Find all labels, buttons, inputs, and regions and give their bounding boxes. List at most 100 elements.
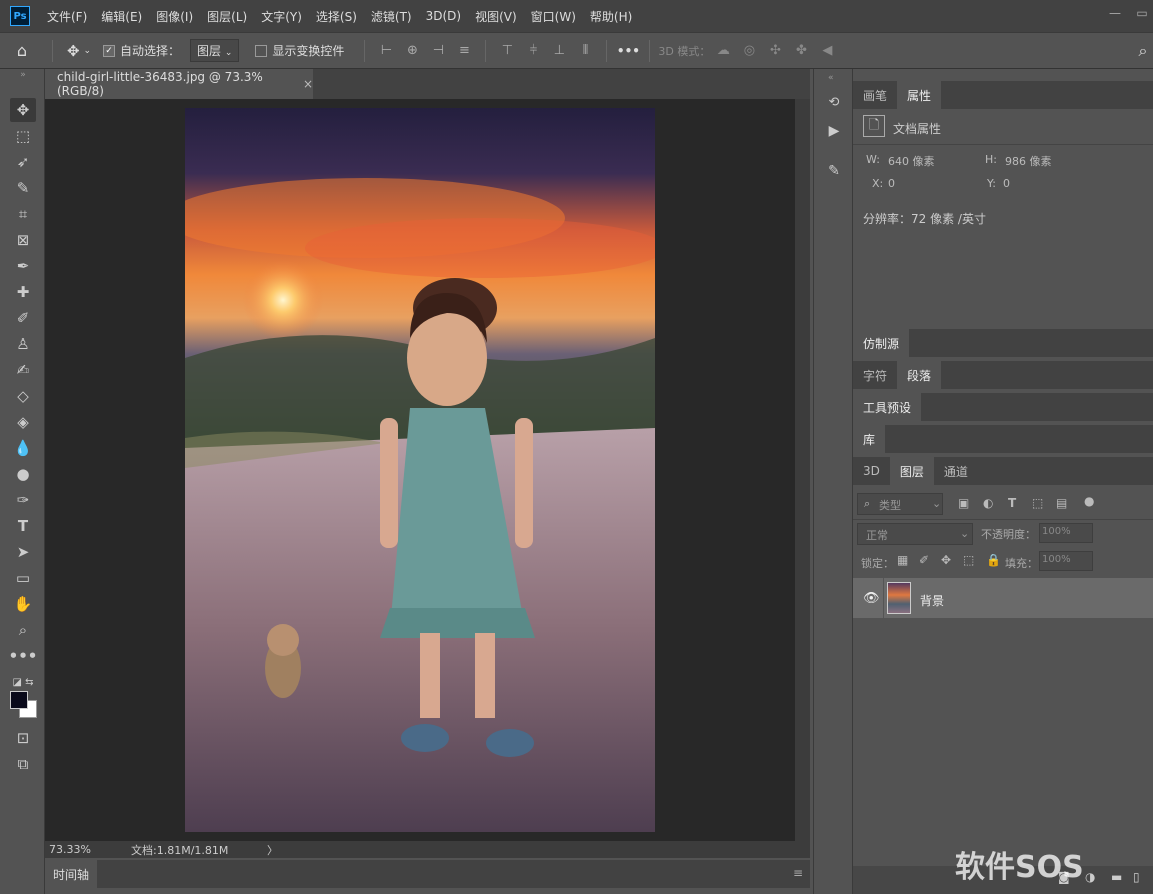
- tab-brush[interactable]: 画笔: [853, 81, 897, 109]
- marquee-tool-icon[interactable]: ⬚: [10, 124, 36, 148]
- panel-menu-icon[interactable]: ≡: [793, 866, 803, 880]
- lock-all-icon[interactable]: 🔒: [986, 553, 1001, 567]
- status-menu-arrow-icon[interactable]: 〉: [267, 842, 278, 858]
- show-transform-checkbox[interactable]: 显示变换控件: [255, 42, 344, 59]
- screen-mode-icon[interactable]: ⧉: [10, 752, 36, 776]
- blur-tool-icon[interactable]: 💧: [10, 436, 36, 460]
- tab-3d[interactable]: 3D: [853, 457, 890, 485]
- align-center-icon[interactable]: ⊕: [399, 43, 425, 58]
- menu-layer[interactable]: 图层(L): [200, 8, 254, 25]
- vertical-scrollbar[interactable]: [795, 99, 810, 841]
- menu-help[interactable]: 帮助(H): [583, 8, 639, 25]
- lock-position-icon[interactable]: ✥: [941, 553, 951, 567]
- move-tool-preset-icon[interactable]: ✥ ⌄: [61, 42, 97, 60]
- filter-pixel-icon[interactable]: ▣: [958, 496, 969, 510]
- type-tool-icon[interactable]: T: [10, 514, 36, 538]
- collapse-panels-icon[interactable]: «: [828, 73, 834, 83]
- auto-select-target-dropdown[interactable]: 图层 ⌄: [190, 39, 240, 62]
- align-top-icon[interactable]: ⊤: [494, 43, 520, 58]
- tab-tool-presets[interactable]: 工具预设: [853, 393, 922, 421]
- lock-pixels-icon[interactable]: ✐: [919, 553, 929, 567]
- pen-tool-icon[interactable]: ✑: [10, 488, 36, 512]
- tab-layers[interactable]: 图层: [889, 457, 934, 485]
- actions-play-icon[interactable]: ▶: [824, 123, 844, 143]
- tab-channels[interactable]: 通道: [934, 457, 978, 485]
- align-left-icon[interactable]: ⊢: [373, 43, 399, 58]
- foreground-color-swatch[interactable]: [10, 691, 28, 709]
- tab-library[interactable]: 库: [853, 425, 886, 453]
- layer-name[interactable]: 背景: [920, 592, 944, 609]
- crop-tool-icon[interactable]: ⌗: [10, 202, 36, 226]
- filter-smart-object-icon[interactable]: ▤: [1056, 496, 1067, 510]
- document-image[interactable]: [185, 108, 655, 832]
- rectangle-tool-icon[interactable]: ▭: [10, 566, 36, 590]
- align-middle-icon[interactable]: ⫩: [520, 43, 546, 58]
- home-icon[interactable]: ⌂: [0, 41, 44, 60]
- 3d-roll-icon[interactable]: ◎: [736, 43, 762, 58]
- menu-image[interactable]: 图像(I): [149, 8, 200, 25]
- distribute-vertical-icon[interactable]: ⫴: [572, 43, 598, 58]
- frame-tool-icon[interactable]: ⊠: [10, 228, 36, 252]
- 3d-pan-icon[interactable]: ✣: [762, 43, 788, 58]
- 3d-orbit-icon[interactable]: ☁: [710, 43, 736, 58]
- zoom-level[interactable]: 73.33%: [49, 843, 129, 856]
- filter-search-icon: ⌕: [864, 497, 871, 510]
- healing-brush-icon[interactable]: ✚: [10, 280, 36, 304]
- menu-type[interactable]: 文字(Y): [254, 8, 309, 25]
- dodge-tool-icon[interactable]: ●: [10, 462, 36, 486]
- document-tab[interactable]: child-girl-little-36483.jpg @ 73.3%(RGB/…: [45, 69, 313, 99]
- menu-filter[interactable]: 滤镜(T): [364, 8, 419, 25]
- distribute-icon[interactable]: ≡: [451, 43, 477, 58]
- menu-select[interactable]: 选择(S): [309, 8, 364, 25]
- hand-tool-icon[interactable]: ✋: [10, 592, 36, 616]
- menu-window[interactable]: 窗口(W): [524, 8, 583, 25]
- 3d-camera-icon[interactable]: ◀: [814, 43, 840, 58]
- paint-bucket-icon[interactable]: ◈: [10, 410, 36, 434]
- align-right-icon[interactable]: ⊣: [425, 43, 451, 58]
- more-options-icon[interactable]: •••: [615, 44, 641, 58]
- edit-toolbar-icon[interactable]: •••: [9, 644, 38, 668]
- filter-shape-icon[interactable]: ⬚: [1032, 496, 1043, 510]
- y-value[interactable]: 0: [1003, 177, 1010, 190]
- brush-tool-icon[interactable]: ✐: [10, 306, 36, 330]
- lasso-tool-icon[interactable]: ➶: [10, 150, 36, 174]
- menu-3d[interactable]: 3D(D): [419, 9, 468, 23]
- width-value[interactable]: 640 像素: [888, 153, 935, 169]
- x-value[interactable]: 0: [888, 177, 895, 190]
- auto-select-checkbox[interactable]: ✓ 自动选择：: [103, 42, 180, 59]
- timeline-tab[interactable]: 时间轴: [45, 860, 97, 888]
- eye-icon[interactable]: 👁: [863, 591, 880, 606]
- lock-artboard-icon[interactable]: ⬚: [963, 553, 974, 567]
- quick-select-tool-icon[interactable]: ✎: [10, 176, 36, 200]
- lock-transparent-icon[interactable]: ▦: [897, 553, 908, 567]
- tab-clone-source[interactable]: 仿制源: [853, 329, 910, 357]
- 3d-slide-icon[interactable]: ✤: [788, 43, 814, 58]
- maximize-icon[interactable]: ▭: [1130, 6, 1153, 26]
- brush-settings-icon[interactable]: ✎: [824, 163, 844, 183]
- filter-toggle-icon[interactable]: ●: [1084, 494, 1094, 508]
- tab-character[interactable]: 字符: [853, 361, 897, 389]
- menu-view[interactable]: 视图(V): [468, 8, 524, 25]
- tab-paragraph[interactable]: 段落: [897, 361, 942, 389]
- height-value[interactable]: 986 像素: [1005, 153, 1052, 169]
- eyedropper-tool-icon[interactable]: ✒: [10, 254, 36, 278]
- quick-mask-icon[interactable]: ⊡: [10, 726, 36, 750]
- history-brush-icon[interactable]: ✍: [10, 358, 36, 382]
- minimize-icon[interactable]: —: [1103, 6, 1127, 26]
- stamp-tool-icon[interactable]: ♙: [10, 332, 36, 356]
- eraser-tool-icon[interactable]: ◇: [10, 384, 36, 408]
- search-icon[interactable]: ⌕: [1130, 41, 1153, 61]
- move-tool-icon[interactable]: ✥: [10, 98, 36, 122]
- layer-thumbnail[interactable]: [887, 582, 911, 614]
- filter-type-icon[interactable]: T: [1008, 496, 1016, 510]
- zoom-tool-icon[interactable]: ⌕: [10, 618, 36, 642]
- align-bottom-icon[interactable]: ⊥: [546, 43, 572, 58]
- menu-edit[interactable]: 编辑(E): [94, 8, 149, 25]
- tab-properties[interactable]: 属性: [897, 81, 942, 109]
- menu-file[interactable]: 文件(F): [40, 8, 94, 25]
- close-tab-icon[interactable]: ×: [303, 77, 313, 91]
- filter-adjustment-icon[interactable]: ◐: [983, 496, 993, 510]
- path-select-icon[interactable]: ➤: [10, 540, 36, 564]
- collapse-toolbar-icon[interactable]: »: [10, 69, 36, 81]
- history-icon[interactable]: ⟲: [824, 95, 844, 115]
